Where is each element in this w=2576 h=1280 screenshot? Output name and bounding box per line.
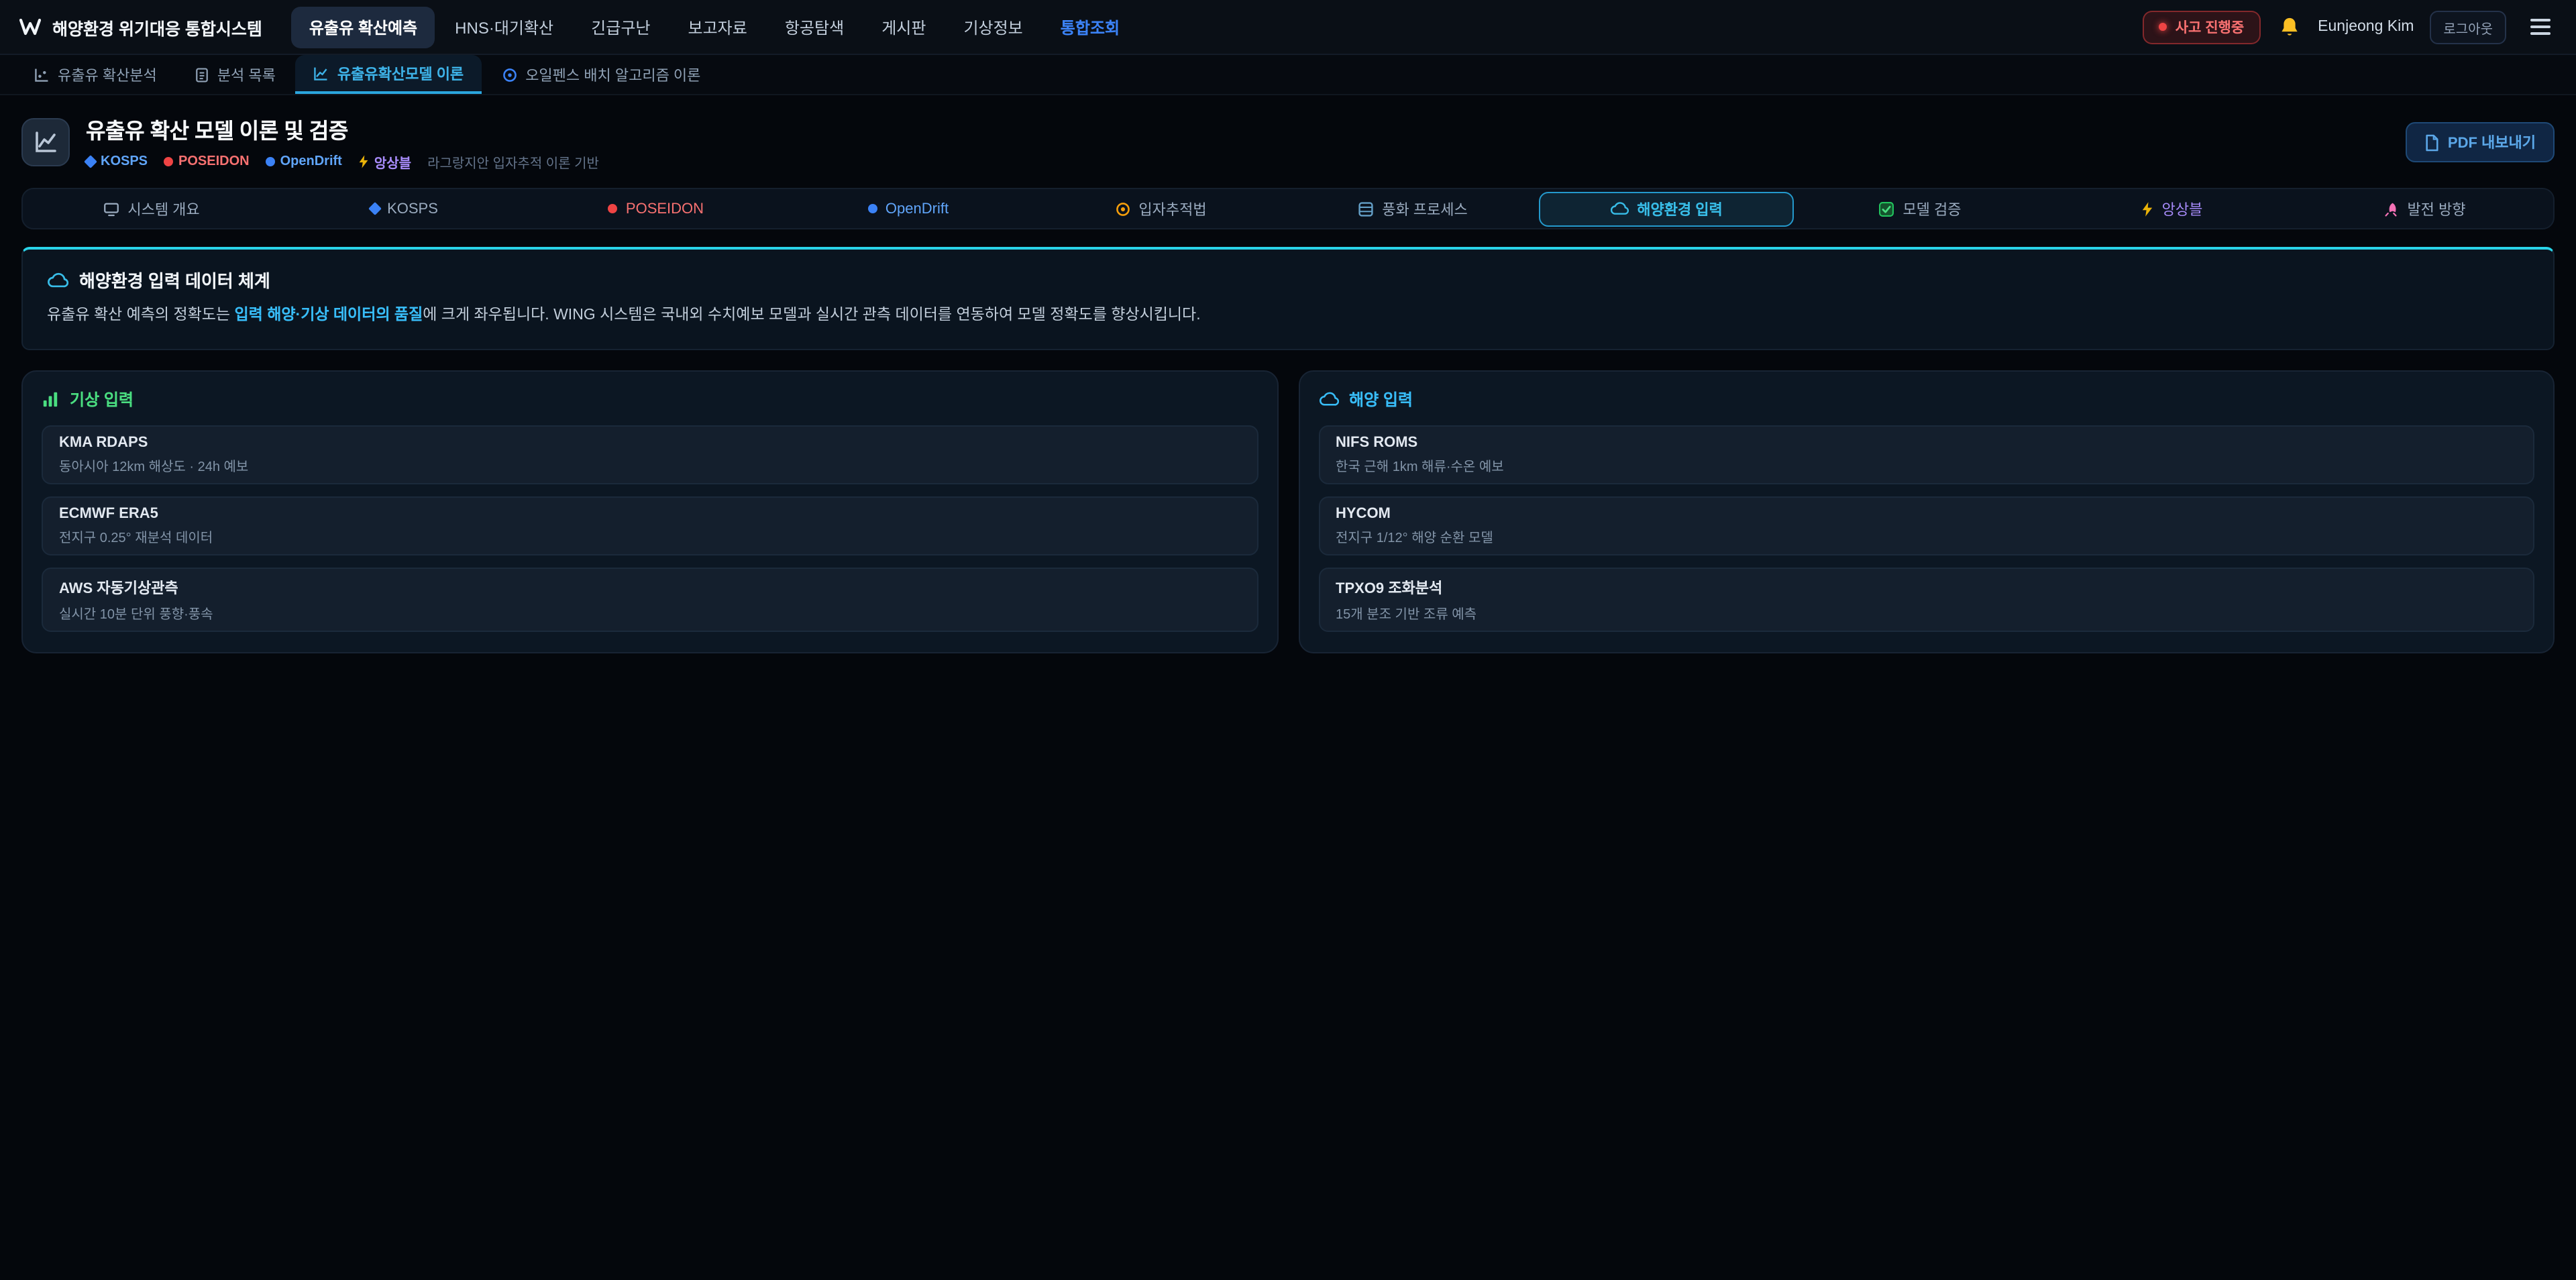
nav-item-weather-info[interactable]: 기상정보 — [946, 6, 1040, 48]
rocket-icon — [2383, 201, 2399, 217]
section-title: 해양환경 입력 데이터 체계 — [79, 267, 270, 292]
incident-dot-icon — [2159, 23, 2167, 31]
pill-system-overview[interactable]: 시스템 개요 — [25, 191, 278, 226]
dataset-desc: 전지구 1/12° 해양 순환 모델 — [1336, 526, 2517, 546]
page-header: 유출유 확산 모델 이론 및 검증 KOSPS POSEIDON OpenDri… — [0, 95, 2576, 184]
dataset-desc: 동아시아 12km 해상도 · 24h 예보 — [59, 455, 1240, 475]
dataset-name: HYCOM — [1336, 506, 2517, 522]
bolt-icon — [2142, 201, 2154, 217]
nav-item-hns-atmos[interactable]: HNS·대기확산 — [437, 6, 571, 48]
nav-item-integrated-search[interactable]: 통합조회 — [1043, 6, 1137, 48]
cloud-icon — [1318, 392, 1338, 407]
ocean-card-title: 해양 입력 — [1318, 388, 2534, 411]
app-title: 해양환경 위기대응 통합시스템 — [52, 14, 262, 40]
weather-input-card: 기상 입력 KMA RDAPS 동아시아 12km 해상도 · 24h 예보 E… — [21, 370, 1278, 653]
diamond-icon — [84, 155, 97, 168]
dataset-desc: 한국 근해 1km 해류·수온 예보 — [1336, 455, 2517, 475]
page-title: 유출유 확산 모델 이론 및 검증 — [86, 113, 599, 145]
top-navbar: 해양환경 위기대응 통합시스템 유출유 확산예측 HNS·대기확산 긴급구난 보… — [0, 0, 2576, 55]
dataset-name: NIFS ROMS — [1336, 435, 2517, 451]
nav-item-board[interactable]: 게시판 — [864, 6, 943, 48]
particle-icon — [1114, 201, 1130, 217]
pill-ocean-env-input[interactable]: 해양환경 입력 — [1539, 191, 1794, 226]
pill-kosps[interactable]: KOSPS — [278, 191, 530, 226]
ocean-env-input-section: 해양환경 입력 데이터 체계 유출유 확산 예측의 정확도는 입력 해양·기상 … — [21, 247, 2555, 350]
badge-poseidon: POSEIDON — [164, 154, 250, 169]
ocean-input-card: 해양 입력 NIFS ROMS 한국 근해 1km 해류·수온 예보 HYCOM… — [1298, 370, 2555, 653]
section-pill-nav: 시스템 개요 KOSPS POSEIDON OpenDrift 입자추적법 풍화… — [21, 188, 2555, 229]
list-item: AWS 자동기상관측 실시간 10분 단위 풍향·풍속 — [42, 568, 1258, 632]
list-item: NIFS ROMS 한국 근해 1km 해류·수온 예보 — [1318, 425, 2534, 484]
logout-button[interactable]: 로그아웃 — [2430, 10, 2506, 44]
sub-tabbar: 유출유 확산분석 분석 목록 유출유확산모델 이론 오일펜스 배치 알고리즘 이… — [0, 55, 2576, 95]
dataset-name: AWS 자동기상관측 — [59, 577, 1240, 598]
weathering-icon — [1358, 201, 1374, 217]
pill-model-validation[interactable]: 모델 검증 — [1794, 191, 2046, 226]
wing-logo-icon — [19, 17, 42, 36]
pdf-doc-icon — [2425, 134, 2440, 151]
theory-note: 라그랑지안 입자추적 이론 기반 — [427, 152, 599, 172]
dataset-desc: 15개 분조 기반 조류 예측 — [1336, 602, 2517, 623]
check-icon — [1878, 201, 1894, 217]
model-badge-row: KOSPS POSEIDON OpenDrift 앙상블 라그랑지안 입자추적 … — [86, 152, 599, 172]
nav-item-oil-spill-forecast[interactable]: 유출유 확산예측 — [292, 6, 435, 48]
line-chart-icon — [313, 65, 329, 81]
pill-poseidon[interactable]: POSEIDON — [530, 191, 782, 226]
bolt-icon — [358, 154, 369, 169]
pill-future-direction[interactable]: 발전 방향 — [2298, 191, 2551, 226]
weather-card-title: 기상 입력 — [42, 388, 1258, 411]
scatter-chart-icon — [34, 66, 50, 83]
page: 해양환경 위기대응 통합시스템 유출유 확산예측 HNS·대기확산 긴급구난 보… — [0, 0, 2576, 1280]
pill-weathering-process[interactable]: 풍화 프로세스 — [1287, 191, 1539, 226]
pill-ensemble[interactable]: 앙상블 — [2046, 191, 2298, 226]
incident-label: 사고 진행중 — [2176, 17, 2244, 37]
bar-chart-icon — [42, 390, 59, 408]
list-item: ECMWF ERA5 전지구 0.25° 재분석 데이터 — [42, 496, 1258, 555]
notification-bell-icon[interactable] — [2276, 13, 2302, 40]
diamond-icon — [368, 202, 381, 215]
list-item: TPXO9 조화분석 15개 분조 기반 조류 예측 — [1318, 568, 2534, 632]
section-description: 유출유 확산 예측의 정확도는 입력 해양·기상 데이터의 품질에 크게 좌우됩… — [47, 305, 2529, 329]
highlight-text: 입력 해양·기상 데이터의 품질 — [235, 307, 423, 323]
dataset-desc: 전지구 0.25° 재분석 데이터 — [59, 526, 1240, 546]
app-logo[interactable]: 해양환경 위기대응 통합시스템 — [19, 14, 262, 40]
nav-item-air-search[interactable]: 항공탐색 — [767, 6, 861, 48]
tab-model-theory[interactable]: 유출유확산모델 이론 — [296, 55, 481, 94]
page-chart-icon — [21, 118, 70, 166]
tab-oil-fence-theory[interactable]: 오일펜스 배치 알고리즘 이론 — [484, 55, 718, 94]
pdf-export-button[interactable]: PDF 내보내기 — [2406, 122, 2555, 162]
blue-dot-icon — [266, 157, 275, 166]
blue-dot-icon — [868, 204, 877, 213]
list-item: HYCOM 전지구 1/12° 해양 순환 모델 — [1318, 496, 2534, 555]
red-dot-icon — [164, 157, 173, 166]
cloud-icon — [1610, 201, 1629, 216]
dataset-desc: 실시간 10분 단위 풍향·풍속 — [59, 602, 1240, 623]
input-data-cards: 기상 입력 KMA RDAPS 동아시아 12km 해상도 · 24h 예보 E… — [21, 370, 2555, 653]
list-icon — [195, 66, 209, 83]
badge-kosps: KOSPS — [86, 154, 148, 169]
main-nav: 유출유 확산예측 HNS·대기확산 긴급구난 보고자료 항공탐색 게시판 기상정… — [292, 6, 1137, 48]
incident-status-badge[interactable]: 사고 진행중 — [2143, 10, 2260, 44]
monitor-icon — [103, 201, 119, 217]
cloud-icon — [47, 272, 68, 288]
dataset-name: TPXO9 조화분석 — [1336, 577, 2517, 598]
user-name: Eunjeong Kim — [2318, 19, 2414, 35]
dataset-name: ECMWF ERA5 — [59, 506, 1240, 522]
pill-particle-tracking[interactable]: 입자추적법 — [1034, 191, 1287, 226]
tab-analysis-list[interactable]: 분석 목록 — [177, 55, 293, 94]
dataset-name: KMA RDAPS — [59, 435, 1240, 451]
title-block: 유출유 확산 모델 이론 및 검증 KOSPS POSEIDON OpenDri… — [86, 113, 599, 172]
menu-icon[interactable] — [2522, 12, 2557, 42]
badge-ensemble: 앙상블 — [358, 152, 411, 172]
circle-icon — [501, 66, 517, 83]
tab-spill-analysis[interactable]: 유출유 확산분석 — [16, 55, 174, 94]
list-item: KMA RDAPS 동아시아 12km 해상도 · 24h 예보 — [42, 425, 1258, 484]
nav-item-reports[interactable]: 보고자료 — [671, 6, 765, 48]
nav-item-rescue[interactable]: 긴급구난 — [574, 6, 667, 48]
topnav-right-cluster: 사고 진행중 Eunjeong Kim 로그아웃 — [2143, 10, 2557, 44]
badge-opendrift: OpenDrift — [266, 154, 342, 169]
red-dot-icon — [608, 204, 618, 213]
section-title-row: 해양환경 입력 데이터 체계 — [47, 267, 2529, 292]
pill-opendrift[interactable]: OpenDrift — [782, 191, 1034, 226]
